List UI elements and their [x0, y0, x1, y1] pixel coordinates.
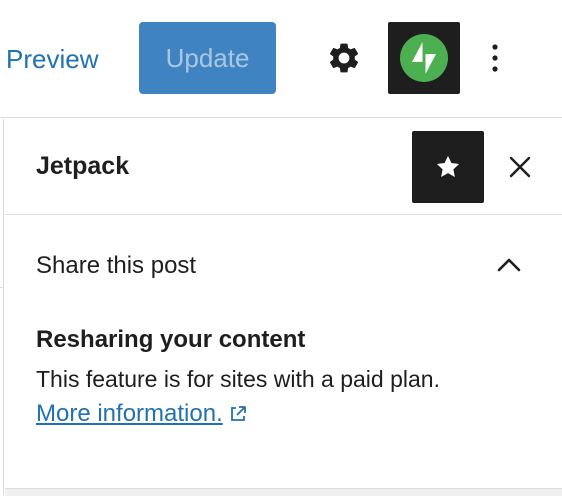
- update-button[interactable]: Update: [139, 22, 276, 94]
- close-icon: [509, 156, 531, 178]
- editor-canvas-edge: [0, 119, 4, 496]
- share-post-panel: Share this post Resharing your content T…: [5, 216, 562, 488]
- more-information-link[interactable]: More information.: [36, 400, 249, 428]
- divider: [0, 287, 4, 288]
- more-options-button[interactable]: [478, 36, 512, 80]
- settings-button[interactable]: [322, 36, 366, 80]
- more-information-label: More information.: [36, 400, 223, 427]
- sidebar-title: Jetpack: [36, 152, 130, 180]
- close-sidebar-button[interactable]: [500, 145, 540, 189]
- external-link-icon: [227, 403, 249, 425]
- star-icon: [436, 155, 460, 178]
- jetpack-bolt-icon: [400, 34, 448, 82]
- pin-favorite-button[interactable]: [412, 131, 484, 203]
- share-post-panel-toggle[interactable]: Share this post: [5, 216, 562, 316]
- sidebar-header: Jetpack: [5, 119, 562, 215]
- next-panel-edge: [5, 488, 562, 496]
- resharing-heading: Resharing your content: [36, 326, 306, 353]
- chevron-up-icon: [494, 250, 524, 280]
- editor-toolbar: Preview Update: [0, 0, 562, 118]
- vertical-ellipsis-icon: [492, 44, 498, 72]
- jetpack-sidebar-button[interactable]: [388, 22, 460, 94]
- preview-button[interactable]: Preview: [6, 38, 98, 80]
- gear-icon: [329, 43, 359, 73]
- resharing-description: This feature is for sites with a paid pl…: [36, 366, 440, 392]
- panel-title: Share this post: [36, 252, 197, 279]
